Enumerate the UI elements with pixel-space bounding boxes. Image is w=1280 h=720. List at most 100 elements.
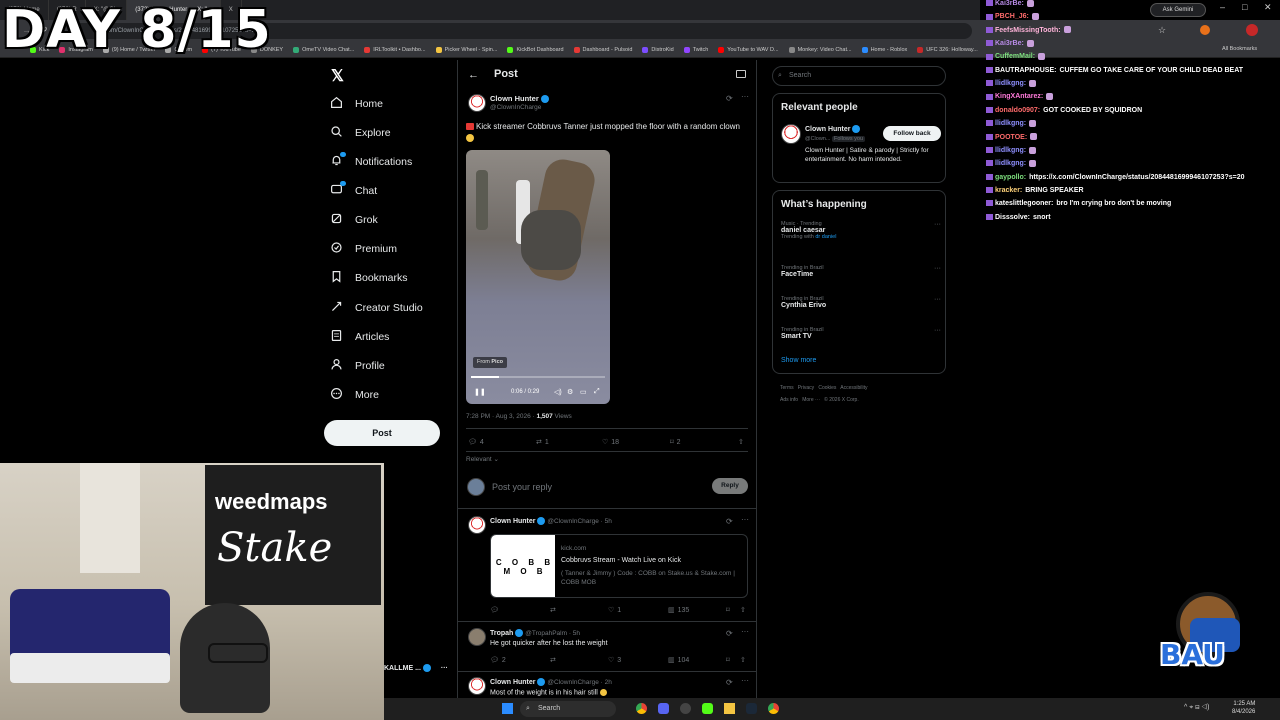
like-action[interactable]: ♡ 18: [602, 438, 619, 447]
pip-icon[interactable]: ▭: [580, 388, 587, 396]
more-options-icon[interactable]: ···: [741, 92, 749, 101]
more-options-icon[interactable]: ···: [934, 327, 941, 334]
footer-links[interactable]: Terms Privacy Cookies Accessibility: [780, 385, 868, 391]
bookmark-item[interactable]: KickBot Dashboard: [507, 46, 564, 53]
discord-icon[interactable]: [658, 703, 669, 714]
reply-input[interactable]: Post your reply: [492, 482, 552, 492]
close-icon[interactable]: ✕: [1264, 2, 1272, 13]
bookmark-item[interactable]: IRLToolkit • Dashbo...: [364, 46, 426, 53]
bookmark-item[interactable]: Home - Roblox: [861, 46, 907, 53]
tray-icons[interactable]: ^ ⌖ ⊟ ◁): [1184, 704, 1209, 712]
nav-item-explore[interactable]: Explore: [330, 123, 391, 143]
account-switcher[interactable]: KALLME ... ···: [384, 664, 448, 672]
reply-avatar[interactable]: [468, 516, 486, 534]
more-options-icon[interactable]: ···: [934, 221, 941, 228]
clock[interactable]: 1:25 AM 8/4/2026: [1232, 700, 1255, 716]
reply-action[interactable]: 💬︎: [490, 606, 499, 614]
nav-item-grok[interactable]: Grok: [330, 210, 378, 230]
post-button[interactable]: Post: [324, 420, 440, 446]
bookmark-icon[interactable]: ⌑: [726, 606, 730, 614]
more-options-icon[interactable]: ···: [741, 515, 749, 524]
person-avatar[interactable]: [781, 124, 801, 144]
more-options-icon[interactable]: ···: [741, 676, 749, 685]
bookmark-item[interactable]: Picker Wheel - Spin...: [435, 46, 497, 53]
author-name-row[interactable]: Clown Hunter: [490, 94, 549, 104]
grok-icon[interactable]: ⟳: [726, 678, 733, 687]
minimize-icon[interactable]: –: [1220, 2, 1225, 12]
repost-action[interactable]: ⇄: [550, 606, 556, 614]
steam-icon[interactable]: [746, 703, 757, 714]
back-arrow-icon[interactable]: ←: [468, 69, 479, 81]
bookmark-item[interactable]: Dashboard - Pulsoid: [573, 46, 632, 53]
share-icon[interactable]: ⇧: [738, 438, 744, 446]
reply-button[interactable]: Reply: [712, 478, 748, 494]
views-action[interactable]: ▥ 135: [668, 606, 689, 615]
star-icon[interactable]: ☆: [1158, 25, 1166, 36]
kick-icon[interactable]: [702, 703, 713, 714]
reader-view-icon[interactable]: [736, 70, 746, 78]
chrome-icon[interactable]: [768, 703, 779, 714]
x-logo-icon[interactable]: 𝕏: [331, 66, 344, 86]
nav-item-home[interactable]: Home: [330, 94, 383, 114]
author-avatar[interactable]: [468, 94, 486, 112]
reply-action[interactable]: 💬︎ 2: [490, 656, 506, 665]
volume-icon[interactable]: ◁): [554, 388, 562, 396]
fullscreen-icon[interactable]: ⤢: [594, 388, 600, 396]
video-player[interactable]: From Pico ❚❚ 0:06 / 0:29 ◁) ⚙ ▭ ⤢: [466, 150, 610, 404]
reply-avatar[interactable]: [468, 677, 486, 695]
footer-links[interactable]: Ads info More ··· © 2026 X Corp.: [780, 397, 859, 403]
start-icon[interactable]: [502, 703, 513, 714]
settings-icon[interactable]: ⚙: [567, 388, 573, 396]
search-input[interactable]: ⌕ Search: [772, 66, 946, 86]
ask-gemini-button[interactable]: Ask Gemini: [1150, 3, 1206, 17]
video-progress-track[interactable]: [471, 376, 605, 378]
nav-item-creator-studio[interactable]: Creator Studio: [330, 298, 423, 318]
repost-action[interactable]: ⇄: [550, 656, 556, 664]
nav-item-more[interactable]: More: [330, 385, 379, 405]
views-action[interactable]: ▥ 104: [668, 656, 689, 665]
like-action[interactable]: ♡ 3: [608, 656, 621, 665]
profile-avatar-icon[interactable]: [1246, 24, 1258, 36]
sort-dropdown[interactable]: Relevant ⌄: [466, 455, 499, 463]
bookmark-item[interactable]: YouTube to WAV D...: [718, 46, 779, 53]
chrome-icon[interactable]: [636, 703, 647, 714]
bookmark-action[interactable]: ⌑ 2: [670, 438, 681, 447]
bookmark-item[interactable]: Monkey: Video Chat...: [788, 46, 852, 53]
grok-icon[interactable]: ⟳: [726, 629, 733, 638]
bookmark-icon[interactable]: ⌑: [726, 656, 730, 664]
extension-icon[interactable]: [1200, 25, 1210, 35]
link-card[interactable]: C O B B M O B kick.com Cobbruvs Stream -…: [490, 534, 748, 598]
maximize-icon[interactable]: □: [1242, 2, 1247, 12]
trend-item[interactable]: Trending in Brazil Smart TV ···: [781, 327, 941, 340]
grok-icon[interactable]: ⟳: [726, 94, 733, 103]
nav-item-chat[interactable]: Chat: [330, 181, 377, 201]
share-icon[interactable]: ⇧: [740, 606, 746, 614]
bookmark-item[interactable]: UFC 326: Holloway...: [917, 46, 978, 53]
show-more-link[interactable]: Show more: [781, 357, 816, 364]
pause-icon[interactable]: ❚❚: [474, 388, 486, 396]
trend-item[interactable]: Music · Trending daniel caesar Trending wi…: [781, 221, 941, 240]
reply-avatar[interactable]: [468, 628, 486, 646]
all-bookmarks-button[interactable]: All Bookmarks: [1222, 46, 1257, 52]
bookmark-item[interactable]: Twitch: [683, 46, 708, 53]
nav-item-bookmarks[interactable]: Bookmarks: [330, 268, 408, 288]
more-options-icon[interactable]: ···: [934, 296, 941, 303]
repost-action[interactable]: ⇄ 1: [536, 438, 549, 447]
taskbar-search[interactable]: ⌕ Search: [520, 701, 616, 717]
bookmark-item[interactable]: OmeTV Video Chat...: [293, 46, 354, 53]
nav-item-premium[interactable]: Premium: [330, 239, 397, 259]
trend-related-link[interactable]: dr daniel: [815, 234, 836, 240]
more-options-icon[interactable]: ···: [934, 265, 941, 272]
folder-icon[interactable]: [724, 703, 735, 714]
trend-item[interactable]: Trending in Brazil FaceTime ···: [781, 265, 941, 278]
nav-item-profile[interactable]: Profile: [330, 356, 385, 376]
nav-item-notifications[interactable]: Notifications: [330, 152, 412, 172]
like-action[interactable]: ♡ 1: [608, 606, 621, 615]
obs-icon[interactable]: [680, 703, 691, 714]
person-name-row[interactable]: Clown Hunter: [805, 125, 861, 133]
trend-item[interactable]: Trending in Brazil Cynthia Erivo ···: [781, 296, 941, 309]
bookmark-item[interactable]: DistroKid: [642, 46, 674, 53]
grok-icon[interactable]: ⟳: [726, 517, 733, 526]
more-options-icon[interactable]: ···: [741, 627, 749, 636]
follow-back-button[interactable]: Follow back: [883, 126, 941, 141]
